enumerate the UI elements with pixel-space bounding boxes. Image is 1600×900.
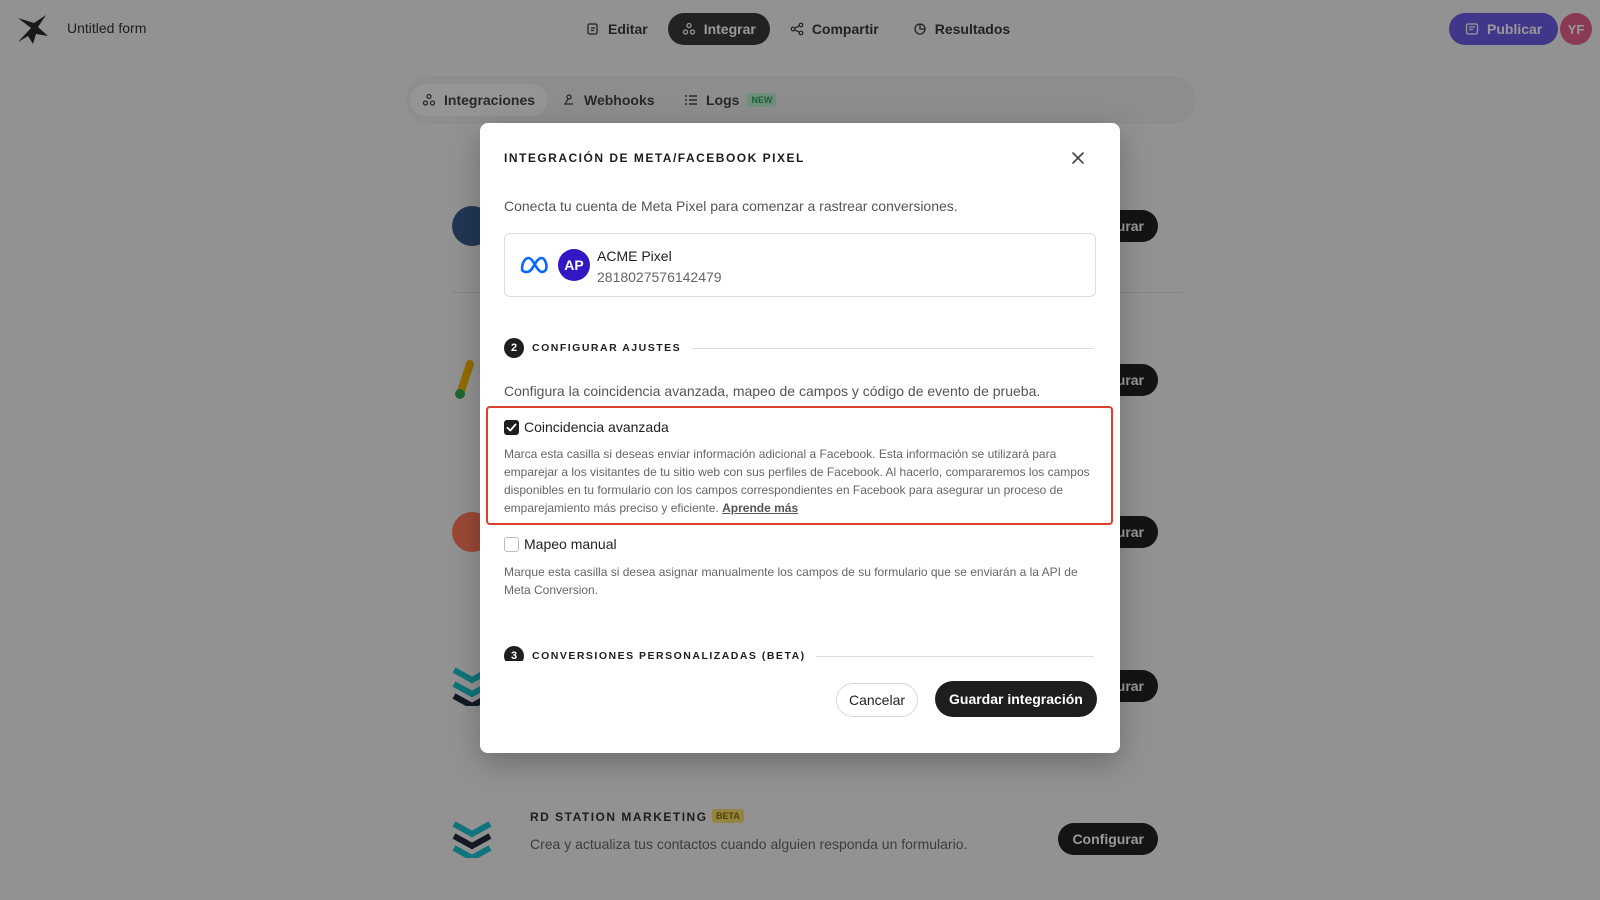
meta-pixel-modal: INTEGRACIÓN DE META/FACEBOOK PIXEL Conec…: [480, 123, 1120, 753]
step-number: 2: [504, 338, 524, 358]
step-divider: [691, 347, 1094, 349]
pixel-name: ACME Pixel: [597, 248, 672, 264]
close-icon[interactable]: [1070, 150, 1086, 166]
step-label: CONFIGURAR AJUSTES: [532, 342, 682, 354]
manual-mapping-help: Marque esta casilla si desea asignar man…: [504, 565, 1078, 597]
learn-more-link[interactable]: Aprende más: [722, 501, 798, 515]
advanced-matching-checkbox[interactable]: [504, 420, 519, 435]
manual-mapping-checkbox[interactable]: [504, 537, 519, 552]
pixel-avatar: AP: [558, 249, 590, 281]
modal-footer: Cancelar Guardar integración: [480, 661, 1120, 753]
modal-title: INTEGRACIÓN DE META/FACEBOOK PIXEL: [504, 151, 805, 165]
save-integration-button[interactable]: Guardar integración: [935, 681, 1097, 717]
step-header-configure: 2 CONFIGURAR AJUSTES: [504, 338, 1094, 358]
modal-intro: Conecta tu cuenta de Meta Pixel para com…: [504, 198, 958, 214]
manual-mapping-label[interactable]: Mapeo manual: [524, 536, 617, 552]
step-divider: [815, 655, 1094, 657]
pixel-id: 2818027576142479: [597, 269, 722, 285]
meta-logo-icon: [520, 256, 548, 274]
step-description: Configura la coincidencia avanzada, mape…: [504, 383, 1041, 399]
connected-account-card: AP ACME Pixel 2818027576142479: [504, 233, 1096, 297]
advanced-matching-label[interactable]: Coincidencia avanzada: [524, 419, 669, 435]
cancel-button[interactable]: Cancelar: [836, 683, 919, 717]
advanced-matching-help: Marca esta casilla si deseas enviar info…: [504, 445, 1092, 517]
checkmark-icon: [506, 423, 517, 432]
